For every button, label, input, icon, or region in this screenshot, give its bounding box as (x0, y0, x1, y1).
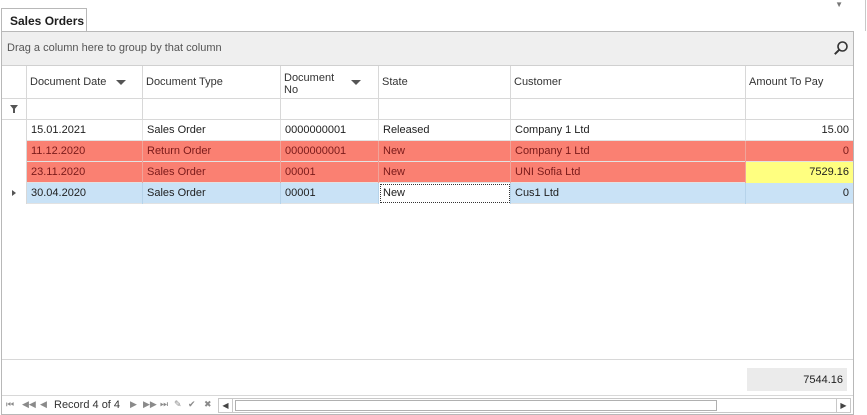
cell-document-type[interactable]: Return Order (143, 141, 281, 162)
nav-next-page-icon[interactable]: ▶▶ (143, 399, 157, 410)
cell-document-no[interactable]: 0000000001 (281, 141, 379, 162)
cell-state[interactable]: Released (379, 120, 511, 141)
column-header-label: State (382, 76, 408, 88)
nav-prev-icon[interactable]: ◀ (40, 399, 47, 410)
scroll-left-icon[interactable]: ◀ (219, 399, 233, 412)
cell-state-focused[interactable]: New (379, 183, 511, 204)
column-header-label: Document No (284, 72, 335, 96)
grid-panel: Drag a column here to group by that colu… (1, 31, 854, 415)
cell-document-no[interactable]: 0000000001 (281, 120, 379, 141)
cell-document-type[interactable]: Sales Order (143, 183, 281, 204)
tab-strip: Sales Orders ▼ (0, 0, 867, 32)
tab-dropdown-icon[interactable]: ▼ (835, 0, 843, 9)
amount-total: 7544.16 (747, 368, 847, 391)
cell-customer[interactable]: UNI Sofia Ltd (511, 162, 746, 183)
row-indicator[interactable] (2, 120, 27, 141)
column-header-state[interactable]: State (379, 66, 511, 99)
cell-document-no[interactable]: 00001 (281, 183, 379, 204)
row-indicator[interactable] (2, 141, 27, 162)
filter-cell-document-date[interactable] (27, 99, 143, 120)
cell-customer[interactable]: Cus1 Ltd (511, 183, 746, 204)
column-header-row: Document Date Document Type Document No … (2, 66, 853, 99)
summary-footer: 7544.16 (2, 359, 853, 395)
table-row[interactable]: 23.11.2020 Sales Order 00001 New UNI Sof… (2, 162, 853, 183)
table-row[interactable]: 15.01.2021 Sales Order 0000000001 Releas… (2, 120, 853, 141)
horizontal-scrollbar[interactable]: ◀ ▶ (218, 398, 851, 413)
cell-document-date[interactable]: 30.04.2020 (27, 183, 143, 204)
nav-prev-page-icon[interactable]: ◀◀ (22, 399, 36, 410)
cell-customer[interactable]: Company 1 Ltd (511, 120, 746, 141)
current-row-arrow-icon (12, 190, 16, 196)
column-header-amount-to-pay[interactable]: Amount To Pay (746, 66, 853, 99)
column-header-label: Amount To Pay (749, 76, 824, 88)
cell-amount-to-pay[interactable]: 15.00 (746, 120, 853, 141)
cell-state[interactable]: New (379, 141, 511, 162)
cell-amount-to-pay[interactable]: 7529.16 (746, 162, 853, 183)
group-panel-hint: Drag a column here to group by that colu… (7, 42, 222, 54)
filter-cell-document-type[interactable] (143, 99, 281, 120)
nav-apply-icon[interactable]: ✔ (188, 399, 196, 410)
column-header-label: Document Type (146, 76, 223, 88)
cell-document-type[interactable]: Sales Order (143, 120, 281, 141)
header-indicator (2, 66, 27, 99)
row-indicator[interactable] (2, 162, 27, 183)
cell-document-date[interactable]: 23.11.2020 (27, 162, 143, 183)
group-panel[interactable]: Drag a column here to group by that colu… (2, 32, 853, 66)
tab-sales-orders[interactable]: Sales Orders (1, 8, 87, 32)
nav-cancel-icon[interactable]: ✖ (204, 399, 212, 410)
filter-cell-document-no[interactable] (281, 99, 379, 120)
nav-last-icon[interactable]: ⏭ (160, 399, 168, 410)
cell-document-date[interactable]: 15.01.2021 (27, 120, 143, 141)
cell-state[interactable]: New (379, 162, 511, 183)
column-header-customer[interactable]: Customer (511, 66, 746, 99)
sort-descending-icon[interactable] (351, 80, 361, 85)
row-indicator[interactable] (2, 183, 27, 204)
cell-customer[interactable]: Company 1 Ltd (511, 141, 746, 162)
column-header-document-type[interactable]: Document Type (143, 66, 281, 99)
nav-first-icon[interactable]: ⏮ (6, 399, 14, 410)
search-icon[interactable] (833, 40, 849, 56)
table-row[interactable]: 11.12.2020 Return Order 0000000001 New C… (2, 141, 853, 162)
column-header-label: Document Date (30, 76, 107, 88)
table-row-selected[interactable]: 30.04.2020 Sales Order 00001 New Cus1 Lt… (2, 183, 853, 204)
filter-cell-state[interactable] (379, 99, 511, 120)
cell-document-type[interactable]: Sales Order (143, 162, 281, 183)
auto-filter-row (2, 99, 853, 120)
column-header-document-no[interactable]: Document No (281, 66, 379, 99)
filter-cell-amount-to-pay[interactable] (746, 99, 853, 120)
column-header-label: Customer (514, 76, 562, 88)
cell-amount-to-pay[interactable]: 0 (746, 141, 853, 162)
scroll-right-icon[interactable]: ▶ (836, 399, 850, 412)
data-navigator: ⏮ ◀◀ ◀ Record 4 of 4 ▶ ▶▶ ⏭ ✎ ✔ ✖ ◀ ▶ (2, 395, 853, 414)
nav-next-icon[interactable]: ▶ (130, 399, 137, 410)
sort-descending-icon[interactable] (116, 80, 126, 85)
nav-record-text: Record 4 of 4 (54, 399, 121, 411)
filter-cell-customer[interactable] (511, 99, 746, 120)
cell-document-no[interactable]: 00001 (281, 162, 379, 183)
cell-document-date[interactable]: 11.12.2020 (27, 141, 143, 162)
nav-edit-icon[interactable]: ✎ (174, 399, 182, 410)
column-header-document-date[interactable]: Document Date (27, 66, 143, 99)
cell-amount-to-pay[interactable]: 0 (746, 183, 853, 204)
tab-divider (865, 0, 866, 31)
scroll-thumb[interactable] (235, 400, 717, 411)
tab-label: Sales Orders (10, 14, 85, 28)
filter-icon-stem (13, 109, 15, 113)
